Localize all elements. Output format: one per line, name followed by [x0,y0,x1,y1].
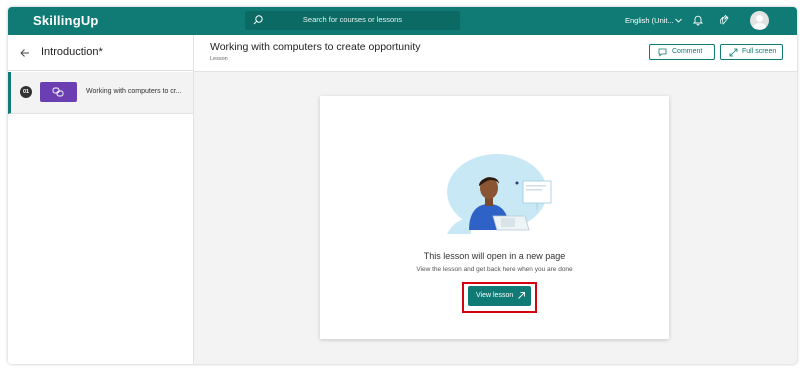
divider [8,70,193,71]
course-sidebar: Introduction* 01 Working with computers … [8,35,194,364]
comment-button-label: Comment [672,48,703,55]
link-icon [52,87,64,97]
person-at-laptop-illustration [447,154,552,234]
lesson-card: This lesson will open in a new page View… [320,96,669,339]
lesson-header: Working with computers to create opportu… [194,35,797,72]
back-arrow-icon[interactable] [20,48,30,58]
app-logo[interactable]: SkillingUp [33,13,99,28]
search-placeholder: Search for courses or lessons [302,15,403,24]
fullscreen-button-label: Full screen [742,48,777,55]
avatar[interactable] [750,11,769,30]
fullscreen-button[interactable]: Full screen [720,44,783,60]
chevron-down-icon[interactable] [674,16,683,25]
search-box[interactable]: Search for courses or lessons [245,11,460,30]
sidebar-title: Introduction* [41,46,103,58]
bell-icon[interactable] [692,14,704,26]
comment-icon [658,48,667,57]
sidebar-item-label: Working with computers to cr... [86,88,182,95]
page-title: Working with computers to create opportu… [210,41,421,53]
sidebar-item-lesson-01[interactable]: 01 Working with computers to cr... [8,72,193,114]
card-subtitle: View the lesson and get back here when y… [416,266,573,273]
lesson-thumbnail [40,82,77,102]
external-link-icon [518,292,525,299]
language-selector[interactable]: English (Unit... [625,16,674,25]
top-bar: SkillingUp Search for courses or lessons… [8,7,797,35]
view-lesson-label: View lesson [476,292,514,299]
user-icon [752,15,767,29]
lesson-type-label: Lesson [210,56,228,62]
app-window: SkillingUp Search for courses or lessons… [8,7,797,364]
view-lesson-button[interactable]: View lesson [468,286,531,306]
clap-icon[interactable] [718,14,730,26]
lesson-number: 01 [20,86,32,98]
comment-button[interactable]: Comment [649,44,715,60]
card-title: This lesson will open in a new page [423,251,566,261]
fullscreen-icon [729,48,738,57]
